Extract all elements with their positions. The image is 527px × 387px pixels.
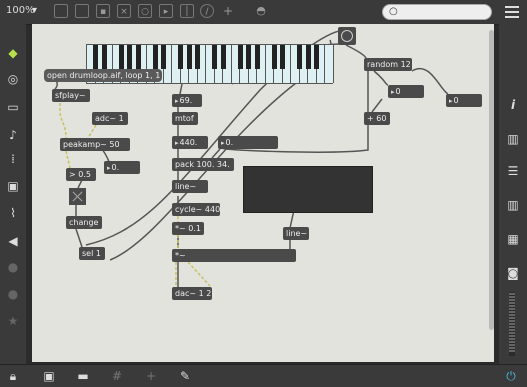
black-key[interactable] bbox=[212, 45, 217, 69]
black-key[interactable] bbox=[186, 45, 192, 69]
random-object[interactable]: random 12 bbox=[364, 58, 412, 71]
change-object[interactable]: change bbox=[66, 216, 102, 229]
black-key[interactable] bbox=[161, 45, 166, 69]
cord-kbd-num69 bbox=[179, 83, 183, 95]
sfplay-object[interactable]: sfplay~ bbox=[52, 89, 90, 102]
black-key[interactable] bbox=[118, 45, 124, 69]
times-signal-object[interactable]: *~ bbox=[172, 249, 296, 262]
black-key[interactable] bbox=[101, 45, 107, 69]
second-number-box[interactable]: 0. bbox=[218, 136, 278, 149]
black-key[interactable] bbox=[297, 45, 302, 69]
peakamp-object[interactable]: peakamp~ 50 bbox=[60, 138, 130, 151]
freq-number-box[interactable]: 440. bbox=[172, 136, 208, 149]
black-key[interactable] bbox=[305, 45, 311, 69]
adc-object[interactable]: adc~ 1 bbox=[92, 112, 128, 125]
black-key[interactable] bbox=[135, 45, 141, 69]
note-number-box[interactable]: 69. bbox=[172, 94, 202, 107]
sel-object[interactable]: sel 1 bbox=[79, 247, 105, 260]
black-key[interactable] bbox=[280, 45, 285, 69]
black-key[interactable] bbox=[314, 45, 319, 69]
black-key[interactable] bbox=[127, 45, 132, 69]
bang-button[interactable] bbox=[338, 27, 356, 45]
random-number-box[interactable]: 0 bbox=[388, 85, 424, 98]
black-key[interactable] bbox=[271, 45, 277, 69]
black-key[interactable] bbox=[237, 45, 243, 69]
line-object[interactable]: line~ bbox=[172, 180, 208, 193]
right-number-box[interactable]: 0 bbox=[446, 94, 482, 107]
dac-object[interactable]: dac~ 1 2 bbox=[172, 287, 212, 300]
black-key[interactable] bbox=[254, 45, 260, 69]
cycle-object[interactable]: cycle~ 440 bbox=[172, 203, 220, 216]
times-object[interactable]: *~ 0.1 bbox=[172, 222, 204, 235]
open-message[interactable]: open drumloop.aif, loop 1, 1 bbox=[44, 69, 162, 82]
black-key[interactable] bbox=[152, 45, 158, 69]
black-key[interactable] bbox=[195, 45, 200, 69]
plus-object[interactable]: + 60 bbox=[364, 112, 390, 125]
peak-number-box[interactable]: 0. bbox=[104, 161, 140, 174]
black-key[interactable] bbox=[93, 45, 98, 69]
toggle-box[interactable] bbox=[69, 188, 86, 205]
black-key[interactable] bbox=[246, 45, 251, 69]
black-key[interactable] bbox=[178, 45, 183, 69]
black-key[interactable] bbox=[220, 45, 226, 69]
line2-object[interactable]: line~ bbox=[283, 227, 309, 240]
function-envelope[interactable] bbox=[243, 166, 373, 213]
white-key[interactable] bbox=[325, 45, 334, 83]
mtof-object[interactable]: mtof bbox=[172, 112, 198, 125]
greater-than-object[interactable]: > 0.5 bbox=[66, 168, 96, 181]
pack-object[interactable]: pack 100. 34. bbox=[172, 158, 234, 171]
